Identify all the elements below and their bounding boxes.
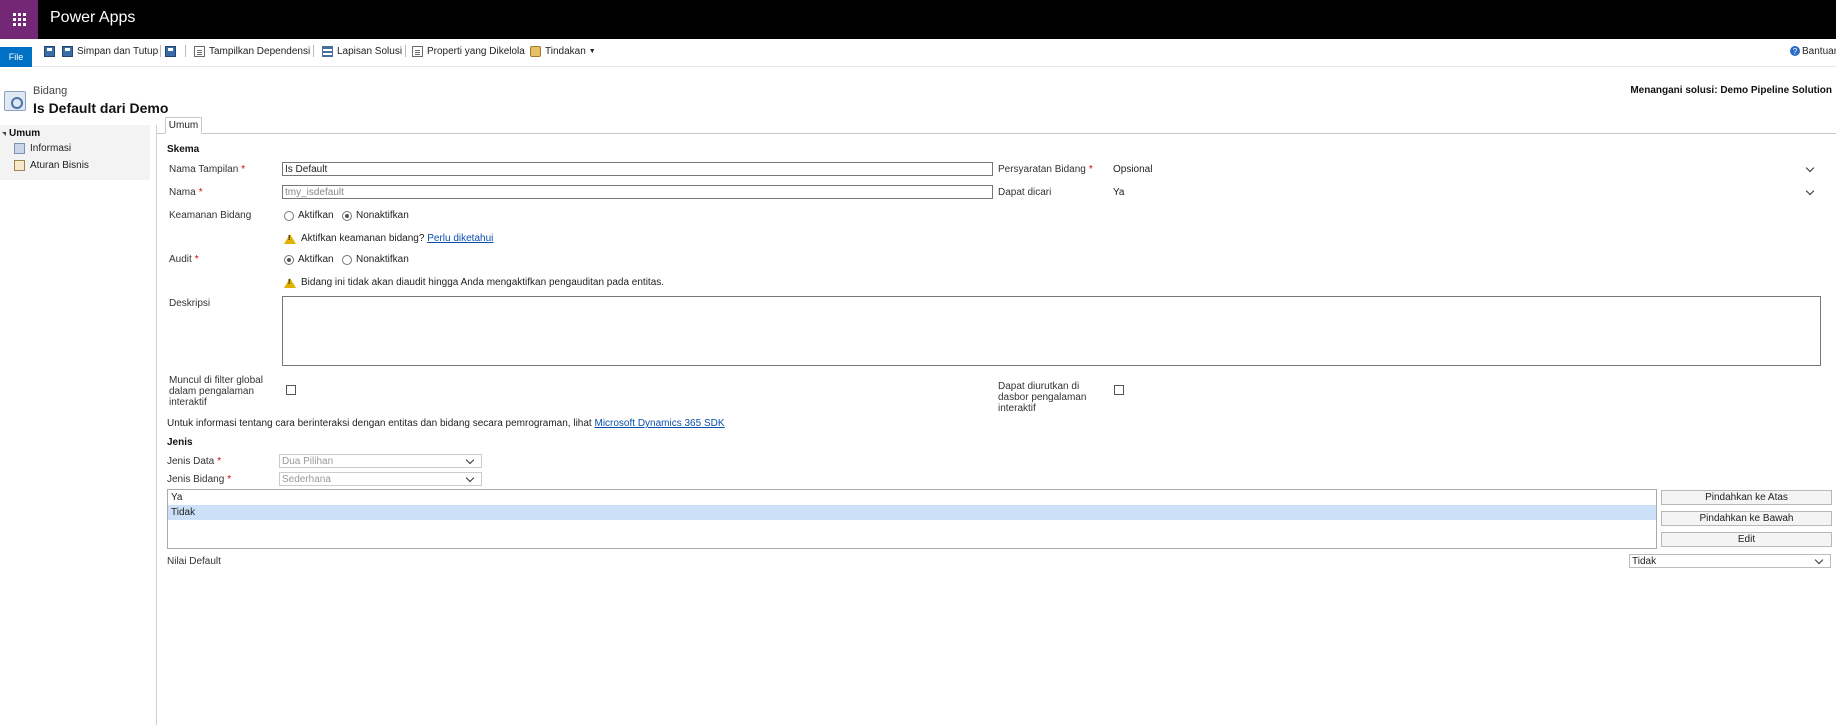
searchable-select[interactable]: Ya — [1110, 185, 1822, 199]
actions-icon — [530, 45, 541, 57]
nav-item-business-rules[interactable]: Aturan Bisnis — [14, 160, 89, 171]
ribbon-separator — [185, 45, 186, 57]
nav-item-information[interactable]: Informasi — [14, 143, 71, 154]
field-requirement-select[interactable]: Opsional — [1110, 162, 1822, 176]
sortable-label: Dapat diurutkan di dasbor pengalaman int… — [998, 381, 1087, 414]
field-security-disable-radio[interactable]: Nonaktifkan — [342, 210, 409, 221]
actions-menu[interactable]: Tindakan ▼ — [530, 44, 596, 58]
required-marker: * — [217, 456, 222, 467]
nav-group-general[interactable]: Umum — [2, 128, 40, 139]
tab-general[interactable]: Umum — [165, 117, 202, 134]
required-marker: * — [241, 164, 246, 175]
information-icon — [14, 143, 25, 154]
options-listbox[interactable]: Ya Tidak — [167, 489, 1657, 549]
show-dependencies-button[interactable]: Tampilkan Dependensi — [194, 44, 310, 58]
type-heading: Jenis — [167, 437, 193, 448]
learn-more-link[interactable]: Perlu diketahui — [427, 233, 493, 244]
audit-enable-radio[interactable]: Aktifkan — [284, 254, 334, 265]
required-marker: * — [227, 474, 232, 485]
field-security-label: Keamanan Bidang — [169, 210, 252, 221]
audit-warning: Bidang ini tidak akan diaudit hingga And… — [284, 277, 664, 288]
ribbon-separator — [405, 45, 406, 57]
sortable-checkbox[interactable] — [1114, 385, 1124, 395]
display-name-input[interactable]: Is Default — [282, 162, 993, 176]
required-marker: * — [1088, 164, 1093, 175]
sdk-info-text: Untuk informasi tentang cara berinteraks… — [167, 418, 725, 429]
expand-triangle-icon — [2, 131, 6, 136]
edit-button[interactable]: Edit — [1661, 532, 1832, 547]
move-down-button[interactable]: Pindahkan ke Bawah — [1661, 511, 1832, 526]
ribbon-separator — [313, 45, 314, 57]
list-item-selected[interactable]: Tidak — [168, 505, 1656, 520]
schema-heading: Skema — [167, 144, 200, 155]
sdk-link[interactable]: Microsoft Dynamics 365 SDK — [594, 418, 724, 429]
field-security-enable-radio[interactable]: Aktifkan — [284, 210, 334, 221]
save-new-button[interactable] — [165, 44, 180, 58]
searchable-label: Dapat dicari — [998, 187, 1052, 198]
default-value-label: Nilai Default — [167, 556, 221, 567]
solution-label: Menangani solusi: Demo Pipeline Solution — [1630, 85, 1832, 96]
nav-divider — [156, 125, 157, 725]
dependencies-icon — [194, 45, 205, 57]
data-type-label: Jenis Data * — [167, 456, 222, 467]
required-marker: * — [194, 254, 199, 265]
name-input[interactable]: tmy_isdefault — [282, 185, 993, 199]
display-name-label: Nama Tampilan * — [169, 164, 246, 175]
save-close-button[interactable]: Simpan dan Tutup — [62, 44, 158, 58]
chevron-down-icon — [1814, 555, 1824, 564]
move-up-button[interactable]: Pindahkan ke Atas — [1661, 490, 1832, 505]
field-requirement-label: Persyaratan Bidang * — [998, 164, 1093, 175]
chevron-down-icon — [465, 455, 475, 464]
app-launcher-button[interactable] — [0, 0, 38, 39]
solution-layers-button[interactable]: Lapisan Solusi — [322, 44, 402, 58]
top-bar — [0, 0, 1836, 39]
audit-label: Audit * — [169, 254, 199, 265]
field-type-label: Jenis Bidang * — [167, 474, 232, 485]
data-type-select[interactable]: Dua Pilihan — [279, 454, 482, 468]
layers-icon — [322, 45, 333, 57]
required-marker: * — [198, 187, 203, 198]
chevron-down-icon — [1805, 163, 1815, 172]
list-item[interactable]: Ya — [168, 490, 1656, 505]
file-button[interactable]: File — [0, 47, 32, 67]
managed-properties-button[interactable]: Properti yang Dikelola — [412, 44, 525, 58]
global-filter-label: Muncul di filter global dalam pengalaman… — [169, 375, 263, 408]
name-label: Nama * — [169, 187, 203, 198]
ribbon-separator — [160, 45, 161, 57]
entity-icon — [4, 91, 26, 111]
app-title: Power Apps — [50, 9, 136, 26]
default-value-select[interactable]: Tidak — [1629, 554, 1831, 568]
description-textarea[interactable] — [282, 296, 1821, 366]
field-type-select[interactable]: Sederhana — [279, 472, 482, 486]
save-close-icon — [62, 45, 73, 57]
chevron-down-icon: ▼ — [588, 47, 596, 55]
chevron-down-icon — [1805, 186, 1815, 195]
save-button[interactable] — [44, 44, 59, 58]
page-title: Is Default dari Demo — [33, 100, 169, 116]
description-label: Deskripsi — [169, 298, 211, 309]
audit-disable-radio[interactable]: Nonaktifkan — [342, 254, 409, 265]
waffle-icon — [12, 13, 26, 26]
managed-properties-icon — [412, 45, 423, 57]
breadcrumb: Bidang — [33, 85, 68, 97]
global-filter-checkbox[interactable] — [286, 385, 296, 395]
tab-underline — [157, 133, 1836, 134]
help-button[interactable]: ? Bantuan — [1790, 44, 1836, 58]
business-rules-icon — [14, 160, 25, 171]
field-security-warning: Aktifkan keamanan bidang? Perlu diketahu… — [284, 233, 493, 244]
warning-icon — [284, 277, 296, 288]
save-new-icon — [165, 45, 176, 57]
chevron-down-icon — [465, 473, 475, 482]
help-icon: ? — [1790, 46, 1800, 56]
warning-icon — [284, 233, 296, 244]
save-icon — [44, 45, 55, 57]
